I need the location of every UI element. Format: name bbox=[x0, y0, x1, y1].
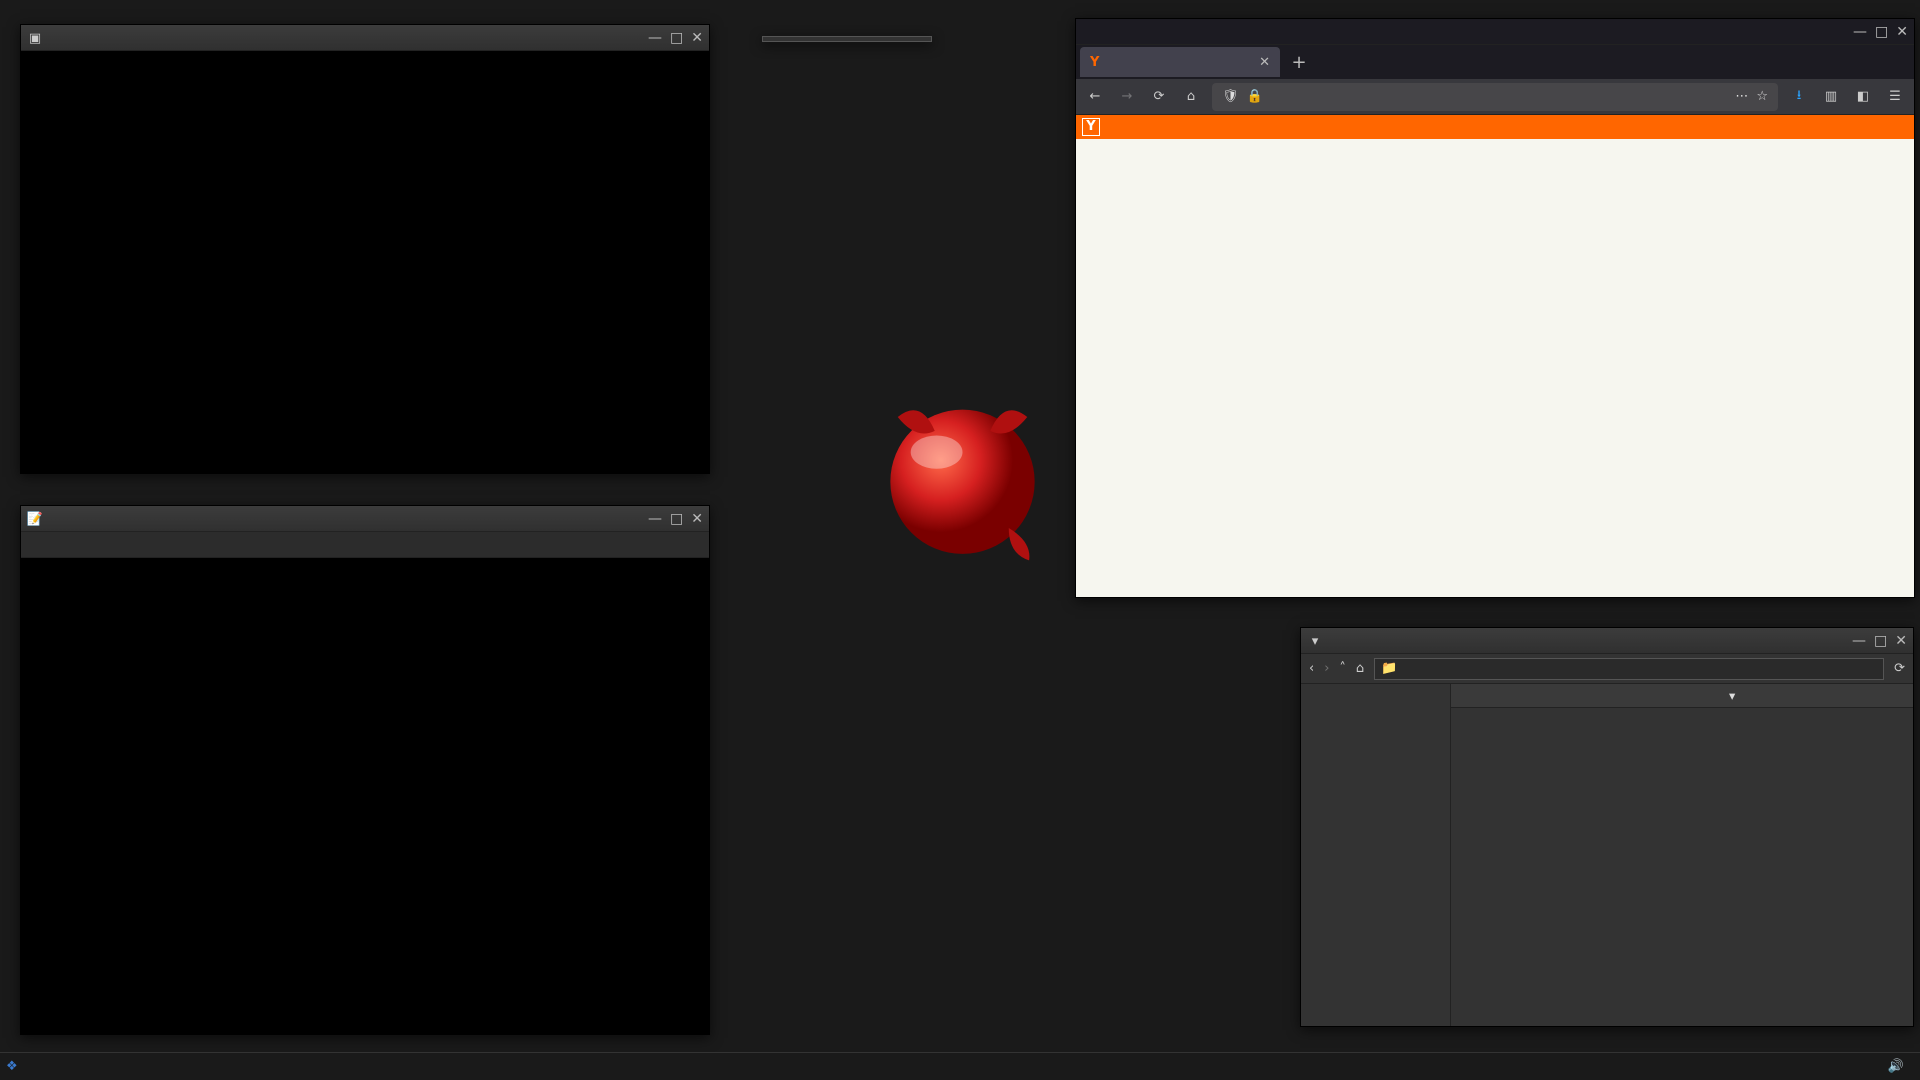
hn-story-list bbox=[1076, 139, 1914, 151]
nav-home-button[interactable]: ⌂ bbox=[1356, 661, 1364, 676]
downloads-icon[interactable]: ⭳ bbox=[1788, 86, 1810, 108]
home-button[interactable]: ⌂ bbox=[1180, 89, 1202, 104]
shield-icon: 🛡 bbox=[1222, 89, 1239, 104]
new-tab-button[interactable]: + bbox=[1284, 52, 1314, 73]
mousepad-titlebar[interactable]: 📝 — □ ✕ bbox=[21, 506, 709, 532]
nav-up-button[interactable]: ˄ bbox=[1339, 661, 1346, 676]
terminal-icon: ▣ bbox=[27, 30, 43, 46]
reload-button[interactable]: ⟳ bbox=[1894, 661, 1905, 676]
nav-forward-button[interactable]: › bbox=[1324, 661, 1329, 676]
nav-back-button[interactable]: ‹ bbox=[1309, 661, 1314, 676]
terminal-body[interactable] bbox=[21, 51, 709, 473]
file-manager-sidebar bbox=[1301, 684, 1451, 1026]
sidebar-icon[interactable]: ◧ bbox=[1852, 89, 1874, 104]
file-manager-window: ▾ — □ ✕ ‹ › ˄ ⌂ 📁 ⟳ ▾ bbox=[1300, 627, 1914, 1027]
minimize-button[interactable]: — bbox=[648, 30, 662, 46]
menu-button[interactable]: ☰ bbox=[1884, 89, 1906, 104]
minimize-button[interactable]: — bbox=[1853, 24, 1867, 40]
freebsd-logo bbox=[870, 380, 1055, 565]
more-icon[interactable]: ⋯ bbox=[1735, 89, 1748, 104]
file-column-headers[interactable]: ▾ bbox=[1451, 684, 1913, 708]
firefox-tabbar: Y ✕ + bbox=[1076, 45, 1914, 79]
file-manager-titlebar[interactable]: ▾ — □ ✕ bbox=[1301, 628, 1913, 654]
bookmark-icon[interactable]: ☆ bbox=[1756, 89, 1768, 104]
volume-icon[interactable]: 🔊 bbox=[1888, 1059, 1904, 1074]
lock-icon: 🔒 bbox=[1247, 89, 1263, 104]
maximize-button[interactable]: □ bbox=[1875, 24, 1888, 40]
applications-menu bbox=[762, 36, 932, 42]
system-tray: 🔊 bbox=[1878, 1059, 1914, 1074]
close-button[interactable]: ✕ bbox=[691, 30, 703, 46]
mousepad-icon: 📝 bbox=[27, 511, 43, 527]
firefox-page: Y bbox=[1076, 115, 1914, 597]
close-button[interactable]: ✕ bbox=[691, 511, 703, 527]
taskbar: ❖ 🔊 bbox=[0, 1052, 1920, 1080]
mousepad-window: 📝 — □ ✕ bbox=[20, 505, 710, 1035]
forward-button[interactable]: → bbox=[1116, 89, 1138, 104]
url-bar[interactable]: 🛡 🔒 ⋯ ☆ bbox=[1212, 83, 1778, 111]
maximize-button[interactable]: □ bbox=[670, 511, 683, 527]
folder-icon: 📁 bbox=[1381, 661, 1397, 676]
hn-header: Y bbox=[1076, 115, 1914, 139]
maximize-button[interactable]: □ bbox=[670, 30, 683, 46]
hn-favicon: Y bbox=[1090, 55, 1099, 70]
file-manager-main: ▾ bbox=[1451, 684, 1913, 1026]
browser-tab[interactable]: Y ✕ bbox=[1080, 47, 1280, 77]
library-icon[interactable]: ▥ bbox=[1820, 89, 1842, 104]
path-bar[interactable]: 📁 bbox=[1374, 658, 1884, 680]
firefox-window: — □ ✕ Y ✕ + ← → ⟳ ⌂ 🛡 🔒 ⋯ ☆ ⭳ ▥ ◧ ☰ Y bbox=[1075, 18, 1915, 598]
minimize-button[interactable]: — bbox=[1852, 633, 1866, 649]
terminal-titlebar[interactable]: ▣ — □ ✕ bbox=[21, 25, 709, 51]
back-button[interactable]: ← bbox=[1084, 89, 1106, 104]
mousepad-body[interactable] bbox=[21, 558, 709, 1034]
file-manager-toolbar: ‹ › ˄ ⌂ 📁 ⟳ bbox=[1301, 654, 1913, 684]
reload-button[interactable]: ⟳ bbox=[1148, 89, 1170, 104]
col-type[interactable]: ▾ bbox=[1723, 688, 1793, 703]
tab-close-icon[interactable]: ✕ bbox=[1259, 55, 1270, 70]
maximize-button[interactable]: □ bbox=[1874, 633, 1887, 649]
mousepad-menubar bbox=[21, 532, 709, 558]
menu-icon[interactable]: ▾ bbox=[1307, 633, 1323, 649]
firefox-titlebar[interactable]: — □ ✕ bbox=[1076, 19, 1914, 45]
applications-menu-button[interactable]: ❖ bbox=[6, 1059, 18, 1074]
hn-logo[interactable]: Y bbox=[1082, 118, 1100, 136]
close-button[interactable]: ✕ bbox=[1895, 633, 1907, 649]
terminal-window: ▣ — □ ✕ bbox=[20, 24, 710, 474]
minimize-button[interactable]: — bbox=[648, 511, 662, 527]
close-button[interactable]: ✕ bbox=[1896, 24, 1908, 40]
firefox-navbar: ← → ⟳ ⌂ 🛡 🔒 ⋯ ☆ ⭳ ▥ ◧ ☰ bbox=[1076, 79, 1914, 115]
